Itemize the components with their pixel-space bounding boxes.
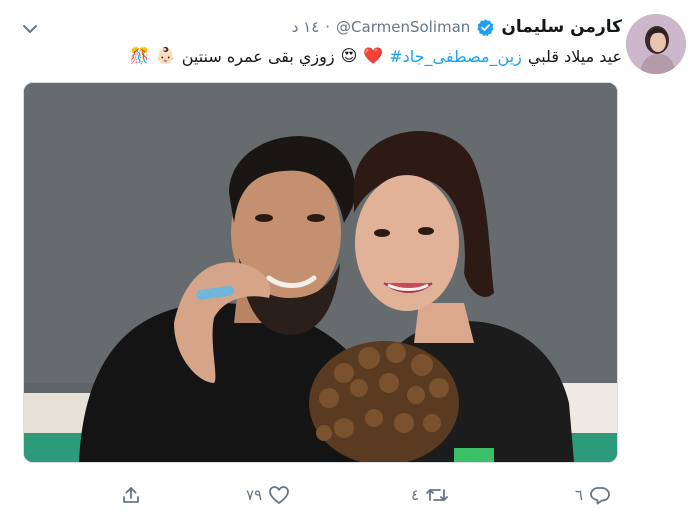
retweet-icon: [425, 485, 449, 505]
retweet-count: ٤: [411, 486, 420, 504]
baby-emoji: 👶🏻: [155, 46, 176, 65]
tweet-card[interactable]: كارمن سليمان @CarmenSoliman · ١٤ د عيد م…: [0, 0, 700, 525]
share-button[interactable]: [121, 478, 141, 512]
tweet-text-part2: زوزي بقى عمره سنتين: [181, 46, 335, 66]
chevron-down-icon[interactable]: [22, 20, 38, 33]
action-bar: ٧٩ ٤ ٦: [0, 478, 700, 512]
tweet-text: عيد ميلاد قلبي #زين_مصطفى_جاد ❤️ 😍 زوزي …: [130, 42, 622, 70]
tweet-text-part1: عيد ميلاد قلبي: [527, 46, 622, 66]
reply-button[interactable]: ٦: [575, 478, 611, 512]
retweet-button[interactable]: ٤: [411, 478, 449, 512]
avatar[interactable]: [626, 14, 686, 74]
reply-icon: [589, 485, 611, 505]
heart-eyes-emoji: 😍: [340, 46, 358, 65]
confetti-emoji: 🎊: [129, 46, 150, 65]
display-name[interactable]: كارمن سليمان: [501, 17, 622, 37]
share-icon: [121, 485, 141, 505]
hashtag-link[interactable]: #زين_مصطفى_جاد: [389, 47, 522, 66]
tweet-photo[interactable]: [23, 82, 618, 463]
user-handle[interactable]: @CarmenSoliman: [336, 18, 470, 36]
like-count: ٧٩: [246, 486, 263, 504]
tweet-header: كارمن سليمان @CarmenSoliman · ١٤ د: [292, 14, 622, 40]
separator-dot: ·: [325, 18, 331, 36]
like-icon: [268, 485, 290, 505]
like-button[interactable]: ٧٩: [246, 478, 290, 512]
heart-emoji: ❤️: [363, 46, 384, 65]
reply-count: ٦: [575, 486, 584, 504]
verified-badge-icon: [476, 18, 495, 37]
timestamp[interactable]: ١٤ د: [292, 18, 320, 36]
